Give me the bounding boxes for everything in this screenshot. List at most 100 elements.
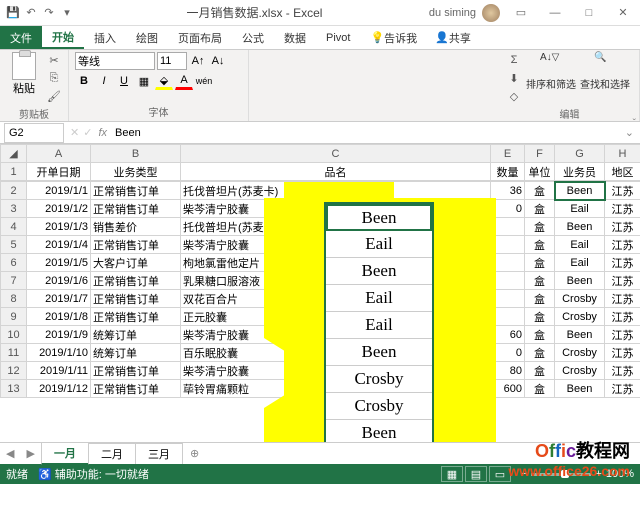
- phonetic-button[interactable]: wén: [195, 72, 213, 90]
- group-editing: Σ ⬇ ◇ A↓▽ 排序和筛选 🔍 查找和选择 编辑: [500, 50, 640, 121]
- overlay-cell: Crosby: [326, 366, 432, 393]
- name-box[interactable]: [4, 123, 64, 143]
- cancel-icon[interactable]: ✕: [68, 126, 81, 139]
- group-label: 字体: [75, 102, 242, 119]
- ribbon-tabs: 文件 开始 插入 绘图 页面布局 公式 数据 Pivot 💡 告诉我 👤 共享: [0, 26, 640, 50]
- col-header[interactable]: E: [491, 145, 525, 163]
- col-header[interactable]: H: [605, 145, 640, 163]
- select-all-corner[interactable]: ◢: [1, 145, 27, 163]
- row-header[interactable]: 1: [1, 163, 27, 181]
- accessibility-status[interactable]: ♿ 辅助功能: 一切就绪: [38, 466, 149, 482]
- watermark-url: www.office26.com: [508, 463, 630, 479]
- format-painter-icon[interactable]: 🖌: [46, 88, 62, 104]
- collapse-ribbon-icon[interactable]: ˇ: [633, 118, 636, 129]
- underline-button[interactable]: U: [115, 72, 133, 90]
- find-select-button[interactable]: 🔍 查找和选择: [580, 52, 630, 91]
- border-button[interactable]: ▦: [135, 72, 153, 90]
- tab-nav-prev-icon[interactable]: ◀: [0, 447, 20, 460]
- row-header[interactable]: 11: [1, 344, 27, 362]
- increase-font-icon[interactable]: A↑: [189, 52, 207, 70]
- tab-draw[interactable]: 绘图: [126, 26, 168, 49]
- row-header[interactable]: 13: [1, 380, 27, 398]
- minimize-button[interactable]: —: [538, 0, 572, 26]
- copy-icon[interactable]: ⎘: [46, 70, 62, 86]
- row-header[interactable]: 8: [1, 290, 27, 308]
- row-header[interactable]: 3: [1, 200, 27, 218]
- tab-formulas[interactable]: 公式: [232, 26, 274, 49]
- fill-color-button[interactable]: ⬙: [155, 72, 173, 90]
- undo-icon[interactable]: ↶: [24, 6, 38, 20]
- font-size-select[interactable]: [157, 52, 187, 70]
- decrease-font-icon[interactable]: A↓: [209, 52, 227, 70]
- page-layout-view-icon[interactable]: ▤: [465, 466, 487, 482]
- tab-file[interactable]: 文件: [0, 26, 42, 49]
- paste-button[interactable]: 粘贴: [6, 52, 42, 96]
- column-headers: ◢ A B C E F G H: [1, 145, 640, 163]
- window-controls: ▭ — □ ✕: [504, 0, 640, 26]
- col-header[interactable]: A: [27, 145, 91, 163]
- tab-home[interactable]: 开始: [42, 26, 84, 49]
- quick-access-toolbar: 💾 ↶ ↷ ▾: [0, 6, 80, 20]
- tab-data[interactable]: 数据: [274, 26, 316, 49]
- font-color-button[interactable]: A: [175, 72, 193, 90]
- tab-tellme[interactable]: 💡 告诉我: [360, 26, 427, 49]
- col-header[interactable]: G: [555, 145, 605, 163]
- tab-pivot[interactable]: Pivot: [316, 26, 360, 49]
- worksheet-grid[interactable]: ◢ A B C E F G H 1 开单日期 业务类型 品名 数量 单位 业务员…: [0, 144, 640, 442]
- close-button[interactable]: ✕: [606, 0, 640, 26]
- qat-more-icon[interactable]: ▾: [60, 6, 74, 20]
- row-header[interactable]: 10: [1, 326, 27, 344]
- autosum-icon[interactable]: Σ: [506, 52, 522, 68]
- expand-formula-icon[interactable]: ⌄: [619, 126, 640, 139]
- row-header[interactable]: 5: [1, 236, 27, 254]
- col-header[interactable]: F: [525, 145, 555, 163]
- overlay-cell: Eail: [326, 285, 432, 312]
- row-header[interactable]: 9: [1, 308, 27, 326]
- add-sheet-icon[interactable]: ⊕: [182, 447, 207, 460]
- cut-icon[interactable]: ✂: [46, 52, 62, 68]
- window-title: 一月销售数据.xlsx - Excel: [80, 4, 429, 21]
- ribbon: 粘贴 ✂ ⎘ 🖌 剪贴板 A↑ A↓ B I U ▦ ⬙ A: [0, 50, 640, 122]
- row-header[interactable]: 12: [1, 362, 27, 380]
- tab-nav-next-icon[interactable]: ▶: [20, 447, 40, 460]
- row-header[interactable]: 6: [1, 254, 27, 272]
- header-row: 1 开单日期 业务类型 品名 数量 单位 业务员 地区: [1, 163, 640, 181]
- redo-icon[interactable]: ↷: [42, 6, 56, 20]
- formula-bar[interactable]: Been: [111, 127, 619, 139]
- row-header[interactable]: 7: [1, 272, 27, 290]
- sheet-tab[interactable]: 二月: [88, 443, 136, 464]
- overlay-cell: Been: [326, 420, 432, 442]
- clear-icon[interactable]: ◇: [506, 88, 522, 104]
- fx-icon[interactable]: fx: [94, 127, 111, 139]
- sort-filter-button[interactable]: A↓▽ 排序和筛选: [526, 52, 576, 91]
- fill-icon[interactable]: ⬇: [506, 70, 522, 86]
- title-bar: 💾 ↶ ↷ ▾ 一月销售数据.xlsx - Excel du siming ▭ …: [0, 0, 640, 26]
- enter-icon[interactable]: ✓: [81, 126, 94, 139]
- ribbon-options-icon[interactable]: ▭: [504, 0, 538, 26]
- row-header[interactable]: 4: [1, 218, 27, 236]
- flash-fill-overlay: BeenEailBeenEailEailBeenCrosbyCrosbyBeen…: [324, 202, 434, 442]
- table-row: 2 2019/1/1 正常销售订单 托伐普坦片(苏麦卡) 36 盒 Been 江…: [1, 182, 640, 200]
- watermark: Offic教程网 www.office26.com: [508, 437, 630, 479]
- overlay-cell: Eail: [326, 312, 432, 339]
- bold-button[interactable]: B: [75, 72, 93, 90]
- group-label: 剪贴板: [6, 104, 62, 121]
- col-header[interactable]: C: [181, 145, 491, 163]
- font-name-select[interactable]: [75, 52, 155, 70]
- formula-bar-row: ✕ ✓ fx Been ⌄: [0, 122, 640, 144]
- italic-button[interactable]: I: [95, 72, 113, 90]
- tab-layout[interactable]: 页面布局: [168, 26, 232, 49]
- share-button[interactable]: 👤 共享: [427, 26, 479, 49]
- normal-view-icon[interactable]: ▦: [441, 466, 463, 482]
- col-header[interactable]: B: [91, 145, 181, 163]
- maximize-button[interactable]: □: [572, 0, 606, 26]
- save-icon[interactable]: 💾: [6, 6, 20, 20]
- group-label: 编辑: [506, 104, 633, 121]
- user-name: du siming: [429, 7, 476, 19]
- user-account[interactable]: du siming: [429, 4, 504, 22]
- tab-insert[interactable]: 插入: [84, 26, 126, 49]
- row-header[interactable]: 2: [1, 182, 27, 200]
- sheet-tab[interactable]: 一月: [41, 442, 89, 465]
- sheet-tab[interactable]: 三月: [135, 443, 183, 464]
- group-clipboard: 粘贴 ✂ ⎘ 🖌 剪贴板: [0, 50, 69, 121]
